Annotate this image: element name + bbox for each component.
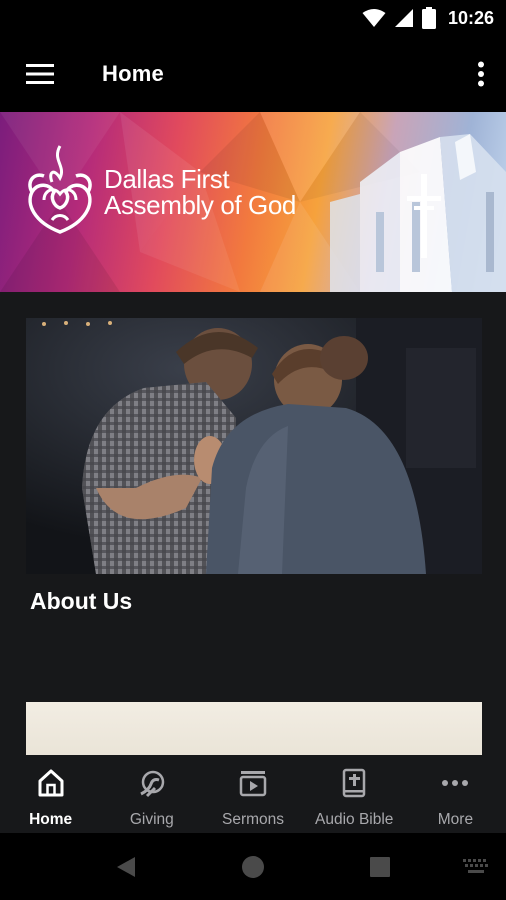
app-bar: Home xyxy=(0,36,506,112)
church-name-line2: Assembly of God xyxy=(104,190,296,220)
bottom-navigation: Home Giving Sermons Audio Bible More xyxy=(0,755,506,833)
signal-icon xyxy=(394,8,414,28)
nav-item-home[interactable]: Home xyxy=(0,755,101,833)
back-icon[interactable] xyxy=(96,833,156,900)
system-navigation-bar xyxy=(0,833,506,900)
church-name-line1: Dallas First xyxy=(104,164,230,194)
home-circle-icon[interactable] xyxy=(223,833,283,900)
more-vert-icon[interactable] xyxy=(456,36,506,112)
nav-label-audio-bible: Audio Bible xyxy=(315,811,394,828)
next-card-image[interactable] xyxy=(26,702,482,755)
page-title: Home xyxy=(102,61,164,86)
wifi-icon xyxy=(362,8,386,28)
status-time: 10:26 xyxy=(447,7,494,28)
church-banner[interactable]: Dallas First Assembly of God xyxy=(0,112,506,292)
nav-item-giving[interactable]: Giving xyxy=(101,755,202,833)
giving-icon xyxy=(137,767,167,799)
nav-label-more: More xyxy=(437,811,474,828)
more-horiz-icon xyxy=(440,767,470,799)
main-content: About Us xyxy=(0,292,506,755)
church-name: Dallas First Assembly of God xyxy=(104,166,296,218)
keyboard-icon[interactable] xyxy=(446,833,506,900)
status-bar: 10:26 xyxy=(0,0,506,36)
nav-item-audio-bible[interactable]: Audio Bible xyxy=(304,755,405,833)
nav-label-giving: Giving xyxy=(129,811,174,828)
hamburger-menu-icon[interactable] xyxy=(0,36,80,112)
home-icon xyxy=(36,767,66,799)
battery-icon xyxy=(421,7,436,29)
nav-item-more[interactable]: More xyxy=(405,755,506,833)
video-play-icon xyxy=(238,767,268,799)
bible-icon xyxy=(339,767,369,799)
church-flame-logo xyxy=(24,142,96,239)
nav-label-home: Home xyxy=(29,811,73,828)
nav-label-sermons: Sermons xyxy=(221,811,285,828)
about-us-image[interactable] xyxy=(26,318,482,574)
card-title[interactable]: About Us xyxy=(30,588,132,615)
nav-item-sermons[interactable]: Sermons xyxy=(202,755,303,833)
recents-icon[interactable] xyxy=(350,833,410,900)
